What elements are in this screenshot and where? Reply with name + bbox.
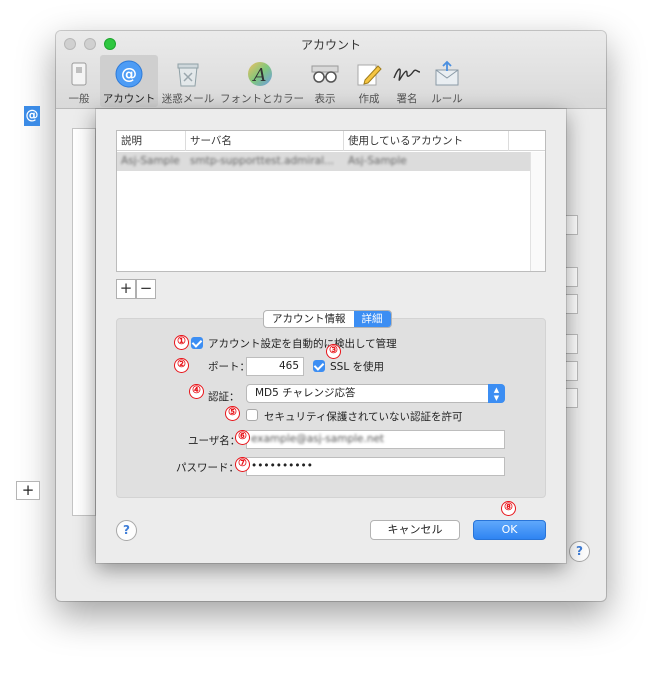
right-field-6 bbox=[564, 388, 578, 408]
smtp-server-table[interactable]: 説明 サーバ名 使用しているアカウント Asj-Sample smtp-supp… bbox=[116, 130, 546, 272]
table-row[interactable]: Asj-Sample smtp-supporttest.admiral... A… bbox=[117, 152, 530, 171]
auth-label: 認証： bbox=[208, 391, 240, 403]
annotation-4: ④ bbox=[189, 384, 204, 399]
toolbar-viewing[interactable]: 表示 bbox=[310, 55, 340, 107]
cancel-button[interactable]: キャンセル bbox=[370, 520, 460, 540]
annotation-3: ③ bbox=[326, 344, 341, 359]
right-field-3 bbox=[564, 294, 578, 314]
select-arrows-icon: ▲ ▼ bbox=[488, 384, 505, 403]
column-server-name[interactable]: サーバ名 bbox=[186, 131, 344, 151]
glasses-icon bbox=[310, 59, 340, 89]
auth-selected-value: MD5 チャレンジ応答 bbox=[255, 387, 356, 399]
annotation-8: ⑧ bbox=[501, 501, 516, 516]
smtp-server-sheet: 説明 サーバ名 使用しているアカウント Asj-Sample smtp-supp… bbox=[96, 109, 566, 563]
annotation-7: ⑦ bbox=[235, 457, 250, 472]
pencil-icon bbox=[354, 59, 384, 89]
at-sign-icon: @ bbox=[114, 59, 144, 89]
window-help-button[interactable]: ? bbox=[569, 541, 590, 562]
tab-advanced[interactable]: 詳細 bbox=[353, 311, 391, 327]
cell-server-name: smtp-supporttest.admiral... bbox=[190, 155, 335, 167]
title-bar: アカウント 一般 @ アカウント 迷惑メール A フォントとカラー 表示 作成 … bbox=[56, 31, 606, 109]
password-input[interactable]: •••••••••• bbox=[246, 457, 505, 476]
account-list[interactable] bbox=[72, 128, 96, 516]
auth-select[interactable]: MD5 チャレンジ応答 ▲ ▼ bbox=[246, 384, 505, 403]
account-at-icon: @ bbox=[24, 106, 40, 126]
password-label: パスワード： bbox=[176, 462, 239, 474]
annotation-5: ⑤ bbox=[225, 406, 240, 421]
username-label: ユーザ名： bbox=[188, 435, 241, 447]
right-field-4 bbox=[564, 334, 578, 354]
cell-account-in-use: Asj-Sample bbox=[348, 155, 407, 167]
add-account-button[interactable]: + bbox=[16, 481, 40, 500]
toolbar-junk-mail[interactable]: 迷惑メール bbox=[160, 55, 216, 107]
toolbar-general[interactable]: 一般 bbox=[64, 55, 94, 107]
table-scrollbar[interactable] bbox=[530, 152, 545, 271]
toolbar-signatures[interactable]: 署名 bbox=[390, 55, 424, 107]
remove-server-button[interactable]: − bbox=[136, 279, 156, 299]
tab-account-info[interactable]: アカウント情報 bbox=[264, 311, 354, 327]
column-description[interactable]: 説明 bbox=[117, 131, 186, 151]
add-server-button[interactable]: + bbox=[116, 279, 136, 299]
sheet-help-button[interactable]: ? bbox=[116, 520, 137, 541]
username-input[interactable]: example@asj-sample.net bbox=[246, 430, 505, 449]
annotation-6: ⑥ bbox=[235, 430, 250, 445]
ssl-checkbox[interactable] bbox=[313, 360, 325, 372]
port-input[interactable]: 465 bbox=[246, 357, 304, 376]
annotation-2: ② bbox=[174, 358, 189, 373]
insecure-auth-checkbox[interactable] bbox=[246, 409, 258, 421]
right-field-5 bbox=[564, 361, 578, 381]
general-switch-icon bbox=[64, 59, 94, 89]
table-header: 説明 サーバ名 使用しているアカウント bbox=[117, 131, 545, 151]
toolbar-rules[interactable]: ルール bbox=[430, 55, 464, 107]
signature-icon bbox=[392, 59, 422, 89]
port-label: ポート： bbox=[208, 361, 250, 373]
toolbar-composing[interactable]: 作成 bbox=[354, 55, 384, 107]
toolbar-accounts[interactable]: @ アカウント bbox=[100, 55, 158, 107]
auto-detect-label: アカウント設定を自動的に検出して管理 bbox=[208, 338, 397, 350]
right-field-1 bbox=[564, 215, 578, 235]
toolbar-fonts-colors[interactable]: A フォントとカラー bbox=[220, 55, 304, 107]
ok-button[interactable]: OK bbox=[473, 520, 546, 540]
auto-detect-checkbox[interactable] bbox=[191, 337, 203, 349]
junk-mail-bin-icon bbox=[173, 59, 203, 89]
svg-text:A: A bbox=[252, 65, 267, 86]
username-value: example@asj-sample.net bbox=[251, 433, 385, 445]
tab-control: アカウント情報 詳細 bbox=[263, 310, 392, 328]
insecure-auth-label: セキュリティ保護されていない認証を許可 bbox=[264, 411, 463, 423]
cell-description: Asj-Sample bbox=[121, 155, 180, 167]
column-account-in-use[interactable]: 使用しているアカウント bbox=[344, 131, 509, 151]
svg-text:@: @ bbox=[121, 64, 137, 83]
annotation-1: ① bbox=[174, 335, 189, 350]
font-color-icon: A bbox=[245, 59, 275, 89]
right-field-2 bbox=[564, 267, 578, 287]
window-title: アカウント bbox=[300, 38, 361, 52]
rules-envelope-icon bbox=[432, 59, 462, 89]
ssl-label: SSL を使用 bbox=[330, 361, 385, 373]
